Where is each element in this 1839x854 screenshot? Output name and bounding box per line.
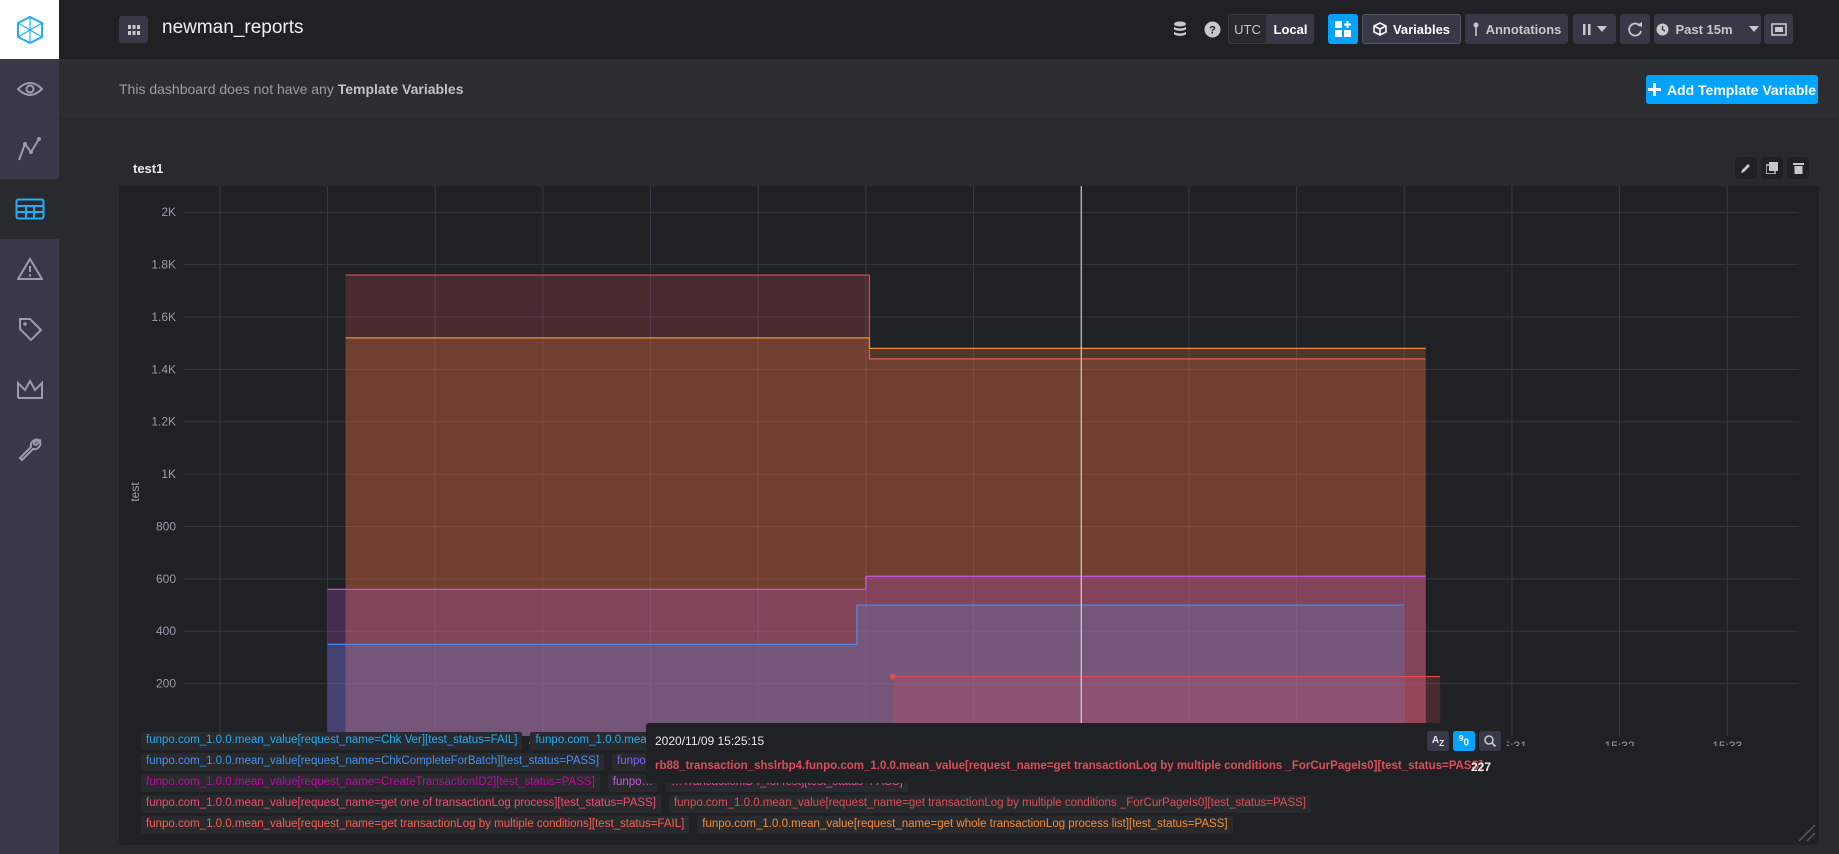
dashboards-icon bbox=[15, 198, 44, 220]
y-tick-label: 800 bbox=[156, 519, 176, 533]
y-tick-label: 600 bbox=[156, 572, 176, 586]
utc-toggle[interactable]: UTC bbox=[1228, 14, 1267, 44]
annotations-label: Annotations bbox=[1485, 21, 1562, 37]
legend-row: funpo.com_1.0.0.mean_value[request_name=… bbox=[141, 816, 1233, 834]
sort-alpha-button[interactable]: AZ bbox=[1427, 731, 1449, 751]
pencil-icon bbox=[1741, 164, 1750, 173]
y-tick-label: 400 bbox=[156, 624, 176, 638]
y-axis-label: test bbox=[128, 482, 142, 502]
hover-point bbox=[889, 673, 896, 680]
caret-down-icon bbox=[1748, 26, 1759, 32]
y-tick-label: 1.6K bbox=[151, 310, 176, 324]
expand-icon bbox=[1770, 22, 1787, 36]
resize-handle-icon[interactable] bbox=[1795, 821, 1817, 843]
eye-icon bbox=[16, 82, 43, 96]
refresh-icon bbox=[1628, 22, 1642, 37]
clock-icon bbox=[1656, 23, 1669, 35]
graph-tooltip: 2020/11/09 15:25:15 AZ 90 rb88_transacti… bbox=[646, 723, 1507, 783]
alert-icon bbox=[16, 257, 43, 280]
y-axis-ticks: 200 400 600 800 1K 1.2K 1.4K 1.6K 1.8K 2K bbox=[151, 205, 176, 690]
pause-icon bbox=[1582, 23, 1590, 35]
tag-icon bbox=[18, 318, 42, 342]
search-icon bbox=[1484, 735, 1496, 747]
svg-text:?: ? bbox=[1209, 24, 1216, 36]
legend-item[interactable]: funpo.com_1.0.0.mean_value[request_name=… bbox=[668, 795, 1311, 813]
nav-dashboards[interactable] bbox=[0, 179, 59, 239]
tooltip-time: 2020/11/09 15:25:15 bbox=[655, 734, 765, 748]
pin-icon bbox=[1473, 22, 1479, 36]
page-title[interactable]: newman_reports bbox=[162, 17, 304, 39]
cell-header[interactable]: test1 bbox=[119, 150, 1819, 186]
legend-item[interactable]: funpo.com_1.0.0.mean_value[request_name=… bbox=[141, 753, 605, 771]
trash-icon bbox=[1792, 163, 1804, 174]
edit-cell-button[interactable] bbox=[1735, 157, 1757, 179]
presentation-mode-button[interactable] bbox=[1764, 14, 1793, 44]
autorefresh-dropdown[interactable] bbox=[1573, 14, 1616, 44]
legend-item[interactable]: funpo.com_1.0.0.mean_value[request_name=… bbox=[141, 732, 523, 750]
local-toggle[interactable]: Local bbox=[1267, 14, 1314, 44]
nav-log-viewer[interactable] bbox=[0, 299, 59, 359]
y-tick-label: 1.2K bbox=[151, 415, 176, 429]
legend-row: funpo.com_1.0.0.mean_value[request_name=… bbox=[141, 795, 1311, 813]
tooltip-filter-button[interactable] bbox=[1479, 731, 1501, 751]
add-cell-button[interactable] bbox=[1328, 14, 1358, 44]
y-tick-label: 1.8K bbox=[151, 258, 176, 272]
sort-numeric-icon: 90 bbox=[1458, 733, 1470, 749]
logo-icon[interactable] bbox=[0, 0, 59, 59]
legend-item[interactable]: funpo.com_1.0.0.mean_value[request_name=… bbox=[697, 816, 1233, 834]
cube-icon bbox=[1373, 22, 1387, 36]
plus-icon bbox=[1647, 83, 1661, 96]
add-cell-icon bbox=[1335, 21, 1351, 37]
nav-data-explorer[interactable] bbox=[0, 119, 59, 179]
caret-down-icon bbox=[1596, 26, 1607, 32]
help-icon: ? bbox=[1204, 21, 1220, 37]
time-range-label: Past 15m bbox=[1675, 21, 1733, 37]
x-tick-label: 15:33 bbox=[1712, 739, 1742, 746]
y-tick-label: 200 bbox=[156, 677, 176, 691]
nav-host-list[interactable] bbox=[0, 59, 59, 119]
tooltip-series-name: rb88_transaction_shslrbp4.funpo.com_1.0.… bbox=[655, 760, 1484, 772]
sort-alpha-icon: AZ bbox=[1431, 734, 1445, 748]
add-template-variable-button[interactable]: Add Template Variable bbox=[1646, 75, 1818, 104]
y-tick-label: 1K bbox=[161, 467, 176, 481]
wrench-icon bbox=[18, 438, 42, 462]
template-variables-bar: This dashboard does not have any Templat… bbox=[59, 59, 1839, 118]
sidebar bbox=[0, 0, 59, 854]
variables-label: Variables bbox=[1392, 21, 1451, 37]
clone-cell-button[interactable] bbox=[1761, 157, 1783, 179]
crown-icon bbox=[16, 378, 43, 399]
template-message-bold: Template Variables bbox=[337, 81, 464, 97]
tooltip-series-value: 227 bbox=[1470, 760, 1491, 774]
add-template-variable-label: Add Template Variable bbox=[1666, 81, 1817, 98]
delete-cell-button[interactable] bbox=[1787, 157, 1809, 179]
dashboard-switcher-button[interactable] bbox=[119, 16, 148, 43]
x-tick-label: 15:32 bbox=[1605, 739, 1635, 746]
help-button[interactable]: ? bbox=[1201, 14, 1223, 44]
y-tick-label: 1.4K bbox=[151, 362, 176, 376]
variables-button[interactable]: Variables bbox=[1362, 14, 1461, 44]
legend-item[interactable]: funpo.com_1.0.0.mean_value[request_name=… bbox=[141, 795, 661, 813]
sort-numeric-button[interactable]: 90 bbox=[1453, 731, 1475, 751]
page-header: newman_reports ? UTC Local Variables Ann… bbox=[59, 0, 1839, 59]
y-tick-label: 2K bbox=[161, 205, 176, 219]
database-icon bbox=[1174, 21, 1186, 36]
graph-chart[interactable]: test 200 400 600 800 1K 1.2K 1.4K 1.6K 1.8K 2K 15… bbox=[119, 186, 1819, 746]
duplicate-icon bbox=[1766, 162, 1778, 174]
legend-item[interactable]: funpo.com_1.0.0.mean_value[request_name=… bbox=[141, 774, 600, 792]
refresh-button[interactable] bbox=[1620, 14, 1650, 44]
nav-alerting[interactable] bbox=[0, 239, 59, 299]
nav-admin[interactable] bbox=[0, 359, 59, 419]
source-button[interactable] bbox=[1169, 14, 1191, 44]
template-message-prefix: This dashboard does not have any bbox=[119, 81, 334, 97]
chart-series bbox=[327, 274, 1441, 736]
annotations-button[interactable]: Annotations bbox=[1465, 14, 1568, 44]
template-variables-message: This dashboard does not have any Templat… bbox=[119, 81, 464, 97]
time-range-dropdown[interactable]: Past 15m bbox=[1654, 14, 1761, 44]
grid-icon bbox=[127, 24, 140, 35]
cell-title: test1 bbox=[133, 161, 164, 176]
nav-configuration[interactable] bbox=[0, 419, 59, 479]
graph-icon bbox=[17, 137, 41, 161]
legend-item[interactable]: funpo.com_1.0.0.mean_value[request_name=… bbox=[141, 816, 690, 834]
